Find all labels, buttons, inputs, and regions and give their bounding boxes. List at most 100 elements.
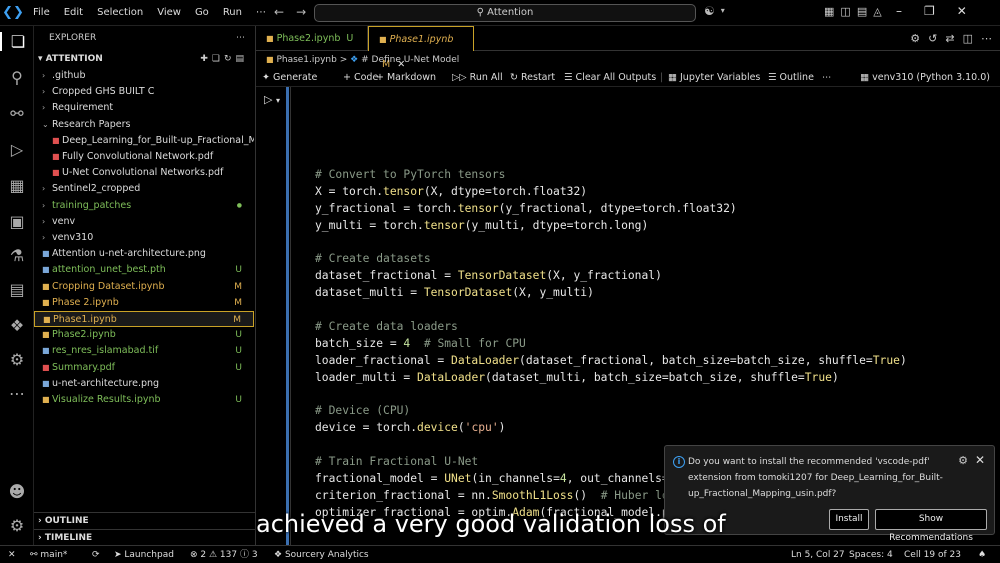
file-item[interactable]: ■ Phase2.ipynb U <box>34 327 254 343</box>
chevron-right-icon: › <box>42 216 46 226</box>
kernel-picker[interactable]: ▦ venv310 (Python 3.10.0) <box>860 68 990 87</box>
docker-icon[interactable]: ⚙ <box>0 350 34 369</box>
restore-icon[interactable]: ❐ <box>924 4 935 18</box>
cursor-position[interactable]: Ln 5, Col 27 <box>791 546 845 563</box>
remote-icon[interactable]: ✕ <box>8 546 16 563</box>
breadcrumb-section[interactable]: # Define U-Net Model <box>361 55 459 65</box>
menu-item[interactable]: File <box>26 7 57 18</box>
open-changes-icon[interactable]: ⇄ <box>945 32 954 45</box>
show-recommendations-button[interactable]: Show Recommendations <box>875 509 987 543</box>
close-window-icon[interactable]: ✕ <box>957 4 967 18</box>
file-item[interactable]: ■ attention_unet_best.pth U <box>34 262 254 278</box>
folder-item[interactable]: › Requirement <box>34 100 254 116</box>
tab-phase2[interactable]: ■ Phase2.ipynb U <box>256 26 368 51</box>
menu-item[interactable]: ⋯ <box>249 7 273 18</box>
toggle-sidebar-icon[interactable]: ◫ <box>840 5 850 18</box>
back-arrow-icon[interactable]: ← <box>274 5 284 19</box>
toggle-secondary-sidebar-icon[interactable]: ◬ <box>873 5 881 18</box>
collapse-all-icon[interactable]: ▤ <box>235 54 248 64</box>
new-folder-icon[interactable]: ❏ <box>212 54 224 64</box>
add-markdown-button[interactable]: + Markdown <box>376 68 436 87</box>
folder-item[interactable]: › Cropped GHS BUILT C <box>34 84 254 100</box>
problems-indicator[interactable]: ⊗ 2 ⚠ 137 ⓘ 3 <box>190 546 258 563</box>
menu-item[interactable]: Run <box>216 7 249 18</box>
file-item[interactable]: ■ Phase 2.ipynb M <box>34 295 254 311</box>
clear-outputs-button[interactable]: ☰ Clear All Outputs <box>564 68 656 87</box>
file-item[interactable]: ■ Visualize Results.ipynb U <box>34 392 254 408</box>
generate-button[interactable]: ✦ Generate <box>262 68 317 87</box>
outline-button[interactable]: ☰ Outline <box>768 68 814 87</box>
chevron-down-icon[interactable]: ▾ <box>721 4 725 18</box>
run-cell-icon[interactable]: ▷ ▾ <box>264 93 280 106</box>
settings-icon[interactable]: ⚙ <box>910 32 920 45</box>
code-line: dataset_multi = TensorDataset(X, y_multi… <box>315 284 594 301</box>
add-code-button[interactable]: + Code <box>343 68 378 87</box>
file-item[interactable]: ■ Cropping Dataset.ipynb M <box>34 279 254 295</box>
more-toolbar-icon[interactable]: ⋯ <box>822 68 832 87</box>
sourcery-item[interactable]: ❖ Sourcery Analytics <box>274 546 369 563</box>
copilot-icon[interactable]: ☯ <box>704 4 715 18</box>
forward-arrow-icon[interactable]: → <box>296 5 306 19</box>
launchpad-item[interactable]: ➤ Launchpad <box>114 546 174 563</box>
split-editor-icon[interactable]: ◫ <box>963 32 973 45</box>
notifications-bell-icon[interactable]: ♠ <box>978 546 986 563</box>
minimize-icon[interactable]: – <box>896 4 902 18</box>
folder-item[interactable]: › training_patches ● <box>34 198 254 214</box>
more-icon[interactable]: ⋯ <box>0 384 34 403</box>
history-icon[interactable]: ↺ <box>928 32 937 45</box>
menu-item[interactable]: View <box>150 7 188 18</box>
source-control-icon[interactable]: ⚯ <box>0 104 34 123</box>
workspace-root[interactable]: ▾ ATTENTION ✚❏↻▤ <box>34 51 256 68</box>
code-token: device = torch. <box>315 421 418 435</box>
toggle-panel-icon[interactable]: ▤ <box>857 5 867 18</box>
file-item[interactable]: ■ u-net-architecture.png <box>34 376 254 392</box>
folder-item[interactable]: › venv <box>34 214 254 230</box>
indentation[interactable]: Spaces: 4 <box>849 546 893 563</box>
file-item[interactable]: ■ Fully Convolutional Network.pdf <box>34 149 254 165</box>
breadcrumb-file[interactable]: Phase1.ipynb <box>276 55 336 65</box>
more-actions-icon[interactable]: ⋯ <box>236 26 245 51</box>
run-debug-icon[interactable]: ▷ <box>0 140 34 159</box>
notification-settings-icon[interactable]: ⚙ <box>958 454 968 467</box>
sync-icon[interactable]: ⟳ <box>92 546 100 563</box>
file-item[interactable]: ■ U-Net Convolutional Networks.pdf <box>34 165 254 181</box>
branch-indicator[interactable]: ⚯ main* <box>30 546 67 563</box>
folder-item[interactable]: › Sentinel2_cropped <box>34 181 254 197</box>
manage-gear-icon[interactable]: ⚙ <box>0 516 34 535</box>
extensions-icon[interactable]: ▦ <box>0 176 34 195</box>
file-item[interactable]: ■ Attention u-net-architecture.png <box>34 246 254 262</box>
folder-icon[interactable]: ▤ <box>0 280 34 299</box>
account-icon[interactable]: ☻ <box>0 482 34 501</box>
folder-item[interactable]: › .github <box>34 68 254 84</box>
more-actions-icon[interactable]: ⋯ <box>981 32 992 45</box>
run-all-button[interactable]: ▷▷ Run All <box>452 68 503 87</box>
chevron-down-icon[interactable]: ▾ <box>276 96 280 105</box>
remote-explorer-icon[interactable]: ▣ <box>0 212 34 231</box>
cell-indicator[interactable]: Cell 19 of 23 <box>904 546 961 563</box>
folder-item[interactable]: › venv310 <box>34 230 254 246</box>
jupyter-variables-button[interactable]: ▦ Jupyter Variables <box>668 68 760 87</box>
file-item[interactable]: ■ Phase1.ipynb M <box>34 311 254 327</box>
file-item[interactable]: ■ res_nres_islamabad.tif U <box>34 343 254 359</box>
testing-icon[interactable]: ⚗ <box>0 246 34 265</box>
command-center-search[interactable]: ⚲ Attention <box>314 4 696 22</box>
new-file-icon[interactable]: ✚ <box>200 54 212 64</box>
customize-layout-icon[interactable]: ▦ <box>824 5 834 18</box>
file-item[interactable]: ■ Summary.pdf U <box>34 360 254 376</box>
outline-section[interactable]: › OUTLINE <box>34 512 256 529</box>
code-token: tensor <box>423 218 465 232</box>
explorer-icon[interactable]: ❏ <box>0 32 34 51</box>
menu-item[interactable]: Selection <box>90 7 150 18</box>
refresh-icon[interactable]: ↻ <box>224 54 236 64</box>
timeline-section[interactable]: › TIMELINE <box>34 529 256 545</box>
install-button[interactable]: Install <box>829 509 869 530</box>
search-activity-icon[interactable]: ⚲ <box>0 68 34 87</box>
menu-item[interactable]: Go <box>188 7 216 18</box>
tab-phase1[interactable]: ■ Phase1.ipynb M ✕ <box>368 26 474 70</box>
file-item[interactable]: ■ Deep_Learning_for_Built-up_Fractional_M… <box>34 133 254 149</box>
menu-item[interactable]: Edit <box>57 7 90 18</box>
close-icon[interactable]: ✕ <box>975 453 985 467</box>
folder-item[interactable]: ⌄ Research Papers <box>34 117 254 133</box>
sourcery-icon[interactable]: ❖ <box>0 316 34 335</box>
restart-button[interactable]: ↻ Restart <box>510 68 555 87</box>
